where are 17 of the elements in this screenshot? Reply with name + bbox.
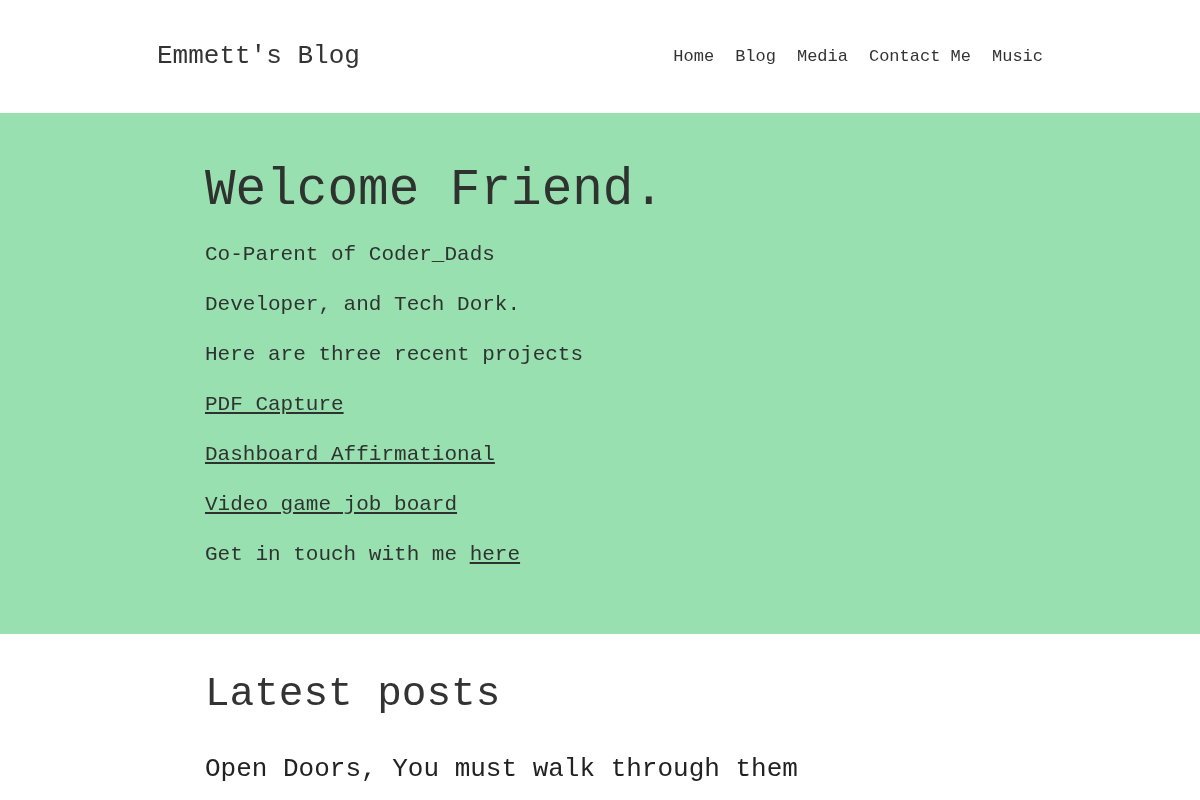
post-title-link[interactable]: Open Doors, You must walk through them: [205, 749, 798, 789]
intro-text: Here are three recent projects: [205, 342, 585, 368]
intro-text: Co-Parent of Coder_Dads: [205, 242, 496, 268]
contact-text: Get in touch with me here: [205, 542, 522, 568]
section-heading: Latest posts: [205, 670, 501, 719]
nav-link[interactable]: Contact Me: [868, 45, 971, 68]
nav-link[interactable]: Media: [796, 45, 848, 68]
intro-text: Developer, and Tech Dork.: [205, 292, 522, 318]
nav-link[interactable]: Music: [992, 45, 1043, 68]
project-link[interactable]: Dashboard Affirmational: [205, 443, 495, 466]
nav-link[interactable]: Blog: [735, 45, 776, 68]
hero-heading: Welcome Friend.: [205, 161, 666, 221]
contact-link[interactable]: here: [469, 543, 521, 566]
nav-link[interactable]: Home: [673, 45, 715, 68]
site-title[interactable]: Emmett's Blog: [157, 39, 360, 72]
project-link[interactable]: Video game job board: [205, 493, 458, 516]
project-link[interactable]: PDF Capture: [205, 393, 344, 416]
